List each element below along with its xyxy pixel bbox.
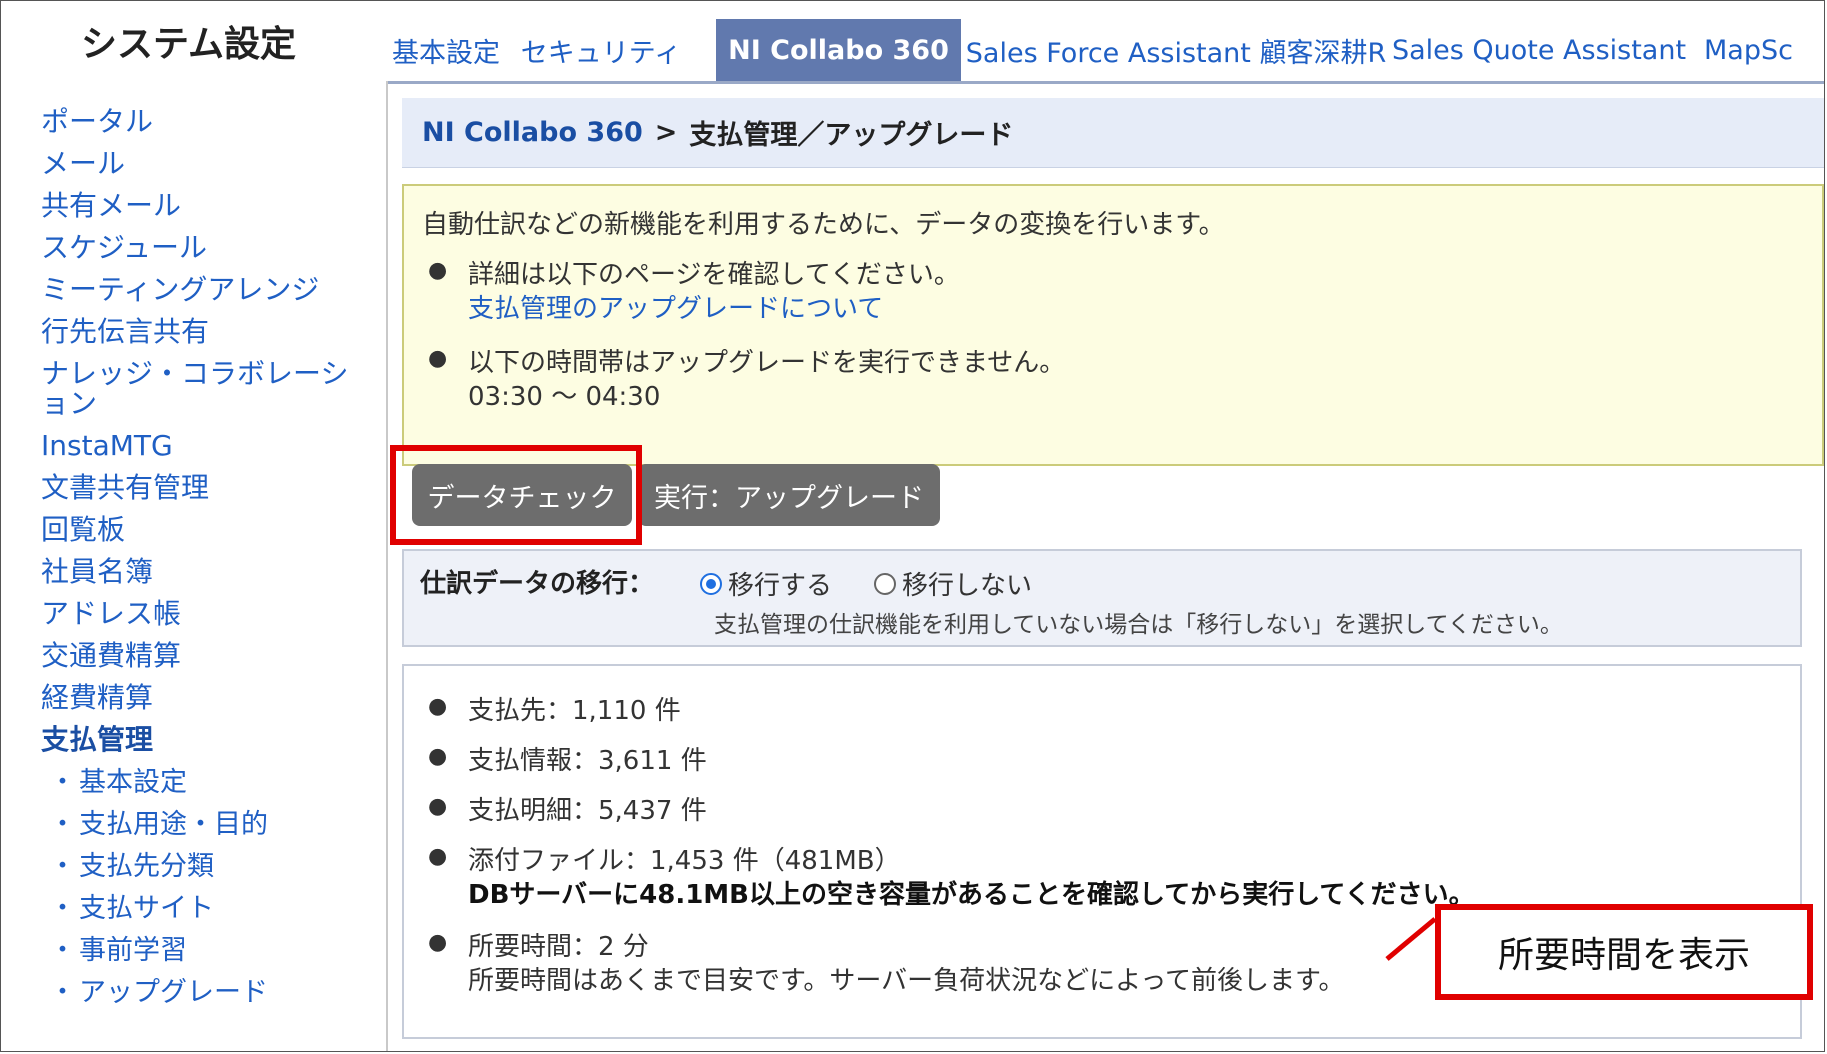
sidebar-item-payment-management[interactable]: 支払管理 (41, 725, 153, 755)
execute-upgrade-button[interactable]: 実行：アップグレード (638, 464, 940, 526)
radio-unselected-icon[interactable] (874, 572, 896, 595)
sidebar-item-transport-expense[interactable]: 交通費精算 (41, 641, 181, 671)
sidebar-item-expense[interactable]: 経費精算 (41, 683, 153, 713)
sidebar-item-knowledge-collaboration-wrap[interactable]: ョン (41, 389, 97, 419)
sidebar-subitem-payee-category[interactable]: ・支払先分類 (49, 852, 214, 882)
bullet-icon: ● (428, 258, 448, 283)
tab-security[interactable]: セキュリティ (516, 19, 686, 81)
migration-label: 仕訳データの移行： (420, 569, 655, 599)
page-title: 支払管理／アップグレード (689, 120, 1014, 151)
sidebar-item-portal[interactable]: ポータル (41, 107, 153, 137)
highlight-box (390, 445, 642, 545)
notice-blackout-text: 以下の時間帯はアップグレードを実行できません。 (468, 348, 1066, 378)
tab-ni-collabo-360[interactable]: NI Collabo 360 (716, 19, 961, 81)
bullet-icon: ● (428, 694, 448, 719)
breadcrumb-parent[interactable]: NI Collabo 360 (422, 117, 643, 148)
migration-note: 支払管理の仕訳機能を利用していない場合は「移行しない」を選択してください。 (714, 612, 1563, 638)
bullet-icon: ● (428, 346, 448, 371)
sidebar-subitem-pre-learning[interactable]: ・事前学習 (49, 936, 187, 966)
db-capacity-warning: DBサーバーに48.1MB以上の空き容量があることを確認してから実行してください… (468, 880, 1475, 910)
sidebar-subitem-upgrade[interactable]: ・アップグレード (49, 978, 268, 1008)
notice-box: 自動仕訳などの新機能を利用するために、データの変換を行います。 ● 詳細は以下の… (402, 184, 1824, 466)
migration-panel: 仕訳データの移行： 移行する 移行しない 支払管理の仕訳機能を利用していない場合… (402, 549, 1802, 647)
breadcrumb: NI Collabo 360 > 支払管理／アップグレード (402, 98, 1824, 168)
migrate-no-option[interactable]: 移行しない (874, 565, 1032, 602)
sidebar-item-employee-directory[interactable]: 社員名簿 (41, 557, 153, 587)
sidebar-item-whereabouts[interactable]: 行先伝言共有 (41, 317, 209, 347)
sidebar-item-address-book[interactable]: アドレス帳 (41, 599, 181, 629)
bullet-icon: ● (428, 844, 448, 869)
radio-selected-icon[interactable] (700, 572, 722, 595)
upgrade-info-link[interactable]: 支払管理のアップグレードについて (468, 292, 883, 326)
sidebar-subitem-basic-settings[interactable]: ・基本設定 (49, 768, 187, 798)
sidebar-item-document-sharing[interactable]: 文書共有管理 (41, 473, 209, 503)
notice-lead: 自動仕訳などの新機能を利用するために、データの変換を行います。 (422, 210, 1225, 240)
sidebar-subitem-payment-site[interactable]: ・支払サイト (49, 894, 214, 924)
tab-basic-settings[interactable]: 基本設定 (386, 19, 506, 81)
tab-sales-force-assistant[interactable]: Sales Force Assistant 顧客深耕R (966, 19, 1386, 81)
sidebar-item-knowledge-collaboration[interactable]: ナレッジ・コラボレーシ (41, 359, 348, 389)
sidebar-item-shared-mail[interactable]: 共有メール (41, 191, 181, 221)
bullet-icon: ● (428, 930, 448, 955)
app-title: システム設定 (81, 24, 296, 65)
window: システム設定 基本設定 セキュリティ NI Collabo 360 Sales … (0, 0, 1825, 1052)
sidebar-item-mail[interactable]: メール (41, 149, 125, 179)
sidebar-item-schedule[interactable]: スケジュール (41, 233, 207, 263)
breadcrumb-separator: > (654, 117, 678, 148)
required-time-note: 所要時間はあくまで目安です。サーバー負荷状況などによって前後します。 (468, 966, 1345, 996)
tab-sales-quote-assistant[interactable]: Sales Quote Assistant (1392, 19, 1686, 81)
sidebar-item-meeting-arrange[interactable]: ミーティングアレンジ (41, 275, 319, 305)
bullet-icon: ● (428, 794, 448, 819)
blackout-time: 03:30 ～ 04:30 (468, 382, 661, 412)
migrate-yes-option[interactable]: 移行する (700, 565, 832, 602)
bullet-icon: ● (428, 744, 448, 769)
sidebar-subitem-payment-purpose[interactable]: ・支払用途・目的 (49, 810, 268, 840)
tab-mapsc[interactable]: MapSc (1704, 19, 1824, 81)
sidebar: ポータル メール 共有メール スケジュール ミーティングアレンジ 行先伝言共有 … (1, 81, 388, 1051)
callout-box: 所要時間を表示 (1435, 904, 1813, 1000)
top-tab-bar: 基本設定 セキュリティ NI Collabo 360 Sales Force A… (386, 1, 1824, 84)
notice-details-text: 詳細は以下のページを確認してください。 (468, 260, 960, 290)
sidebar-item-circular[interactable]: 回覧板 (41, 515, 125, 545)
sidebar-item-instamtg[interactable]: InstaMTG (41, 431, 173, 461)
